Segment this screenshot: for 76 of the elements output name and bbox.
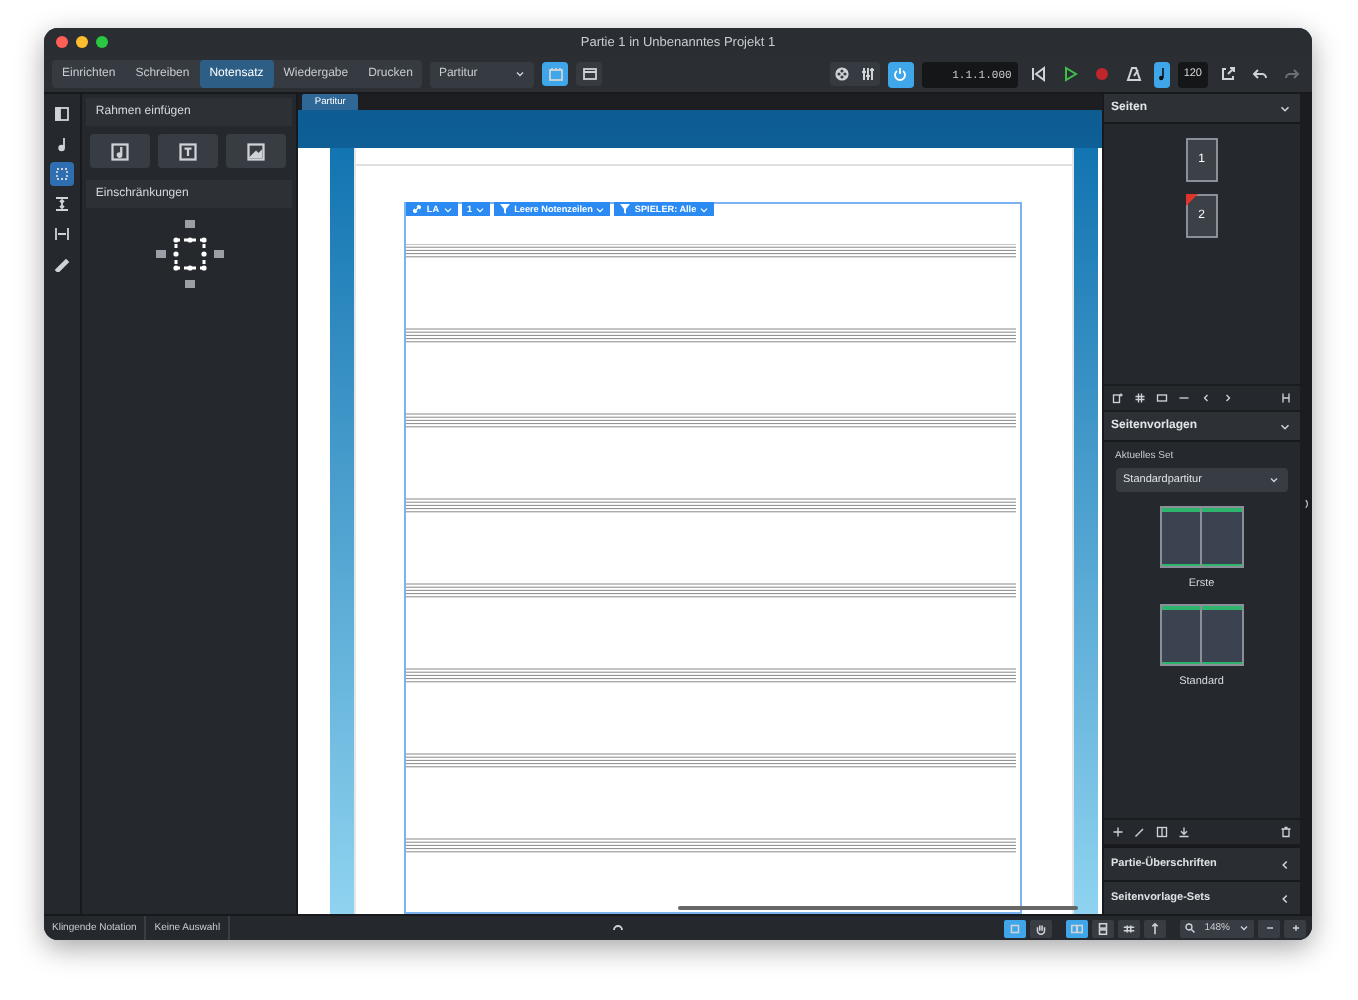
grid-icon — [1122, 921, 1137, 935]
chevron-left-icon — [1278, 857, 1293, 871]
graphics-frame-button[interactable] — [225, 134, 286, 168]
film-reel-icon[interactable] — [829, 62, 854, 86]
horizontal-spacing-icon — [53, 226, 70, 242]
pencil-icon — [53, 256, 70, 272]
zoom-in-button[interactable] — [1284, 919, 1306, 937]
frame-grid-icon — [53, 166, 70, 182]
chevron-down-icon — [1278, 419, 1293, 433]
chevron-down-icon — [700, 205, 709, 213]
plus-icon — [1289, 922, 1301, 934]
minimize-button[interactable] — [76, 36, 88, 48]
page-stack-icon — [1096, 921, 1111, 935]
add-page-icon — [1111, 392, 1123, 404]
chevron-left-icon — [1278, 891, 1293, 905]
text-frame-icon — [177, 141, 198, 161]
view-button[interactable] — [542, 62, 569, 86]
chevron-left-icon — [1199, 392, 1211, 404]
power-icon — [892, 66, 909, 82]
window-icon — [581, 66, 598, 82]
template-thumbnail[interactable] — [1159, 506, 1244, 568]
trash-icon — [1280, 826, 1293, 838]
note-icon — [53, 136, 70, 152]
chevron-down-icon — [1278, 101, 1293, 115]
hash-icon — [1133, 392, 1145, 404]
toolbox-button[interactable] — [49, 102, 74, 126]
note-toggle[interactable] — [1153, 61, 1170, 87]
link-icon — [412, 204, 423, 214]
chevron-down-icon — [1268, 474, 1281, 486]
view-mode-button[interactable] — [1118, 919, 1141, 937]
music-frame-icon — [109, 141, 130, 161]
tool-button[interactable] — [1004, 919, 1027, 937]
zoom-button[interactable] — [96, 36, 108, 48]
toolbox-button[interactable] — [49, 222, 74, 246]
minus-icon — [1263, 922, 1275, 934]
template-icon — [1155, 826, 1167, 838]
filter-icon — [620, 204, 631, 214]
note-icon — [1155, 66, 1168, 82]
metronome-icon[interactable] — [1121, 62, 1146, 86]
page-layout-icon — [1155, 392, 1167, 404]
text-frame-button[interactable] — [157, 134, 218, 168]
music-frame-button[interactable] — [89, 134, 150, 168]
view-mode-button[interactable] — [1066, 919, 1089, 937]
zoom-out-button[interactable] — [1258, 919, 1280, 937]
page-view-icon — [547, 66, 564, 82]
chevron-down-icon — [514, 68, 527, 80]
vertical-spacing-icon — [53, 196, 70, 212]
close-button[interactable] — [56, 36, 68, 48]
panel-handle-icon — [1301, 496, 1312, 512]
view-button[interactable] — [576, 62, 603, 86]
spread-icon — [1070, 921, 1085, 935]
record-icon — [1093, 66, 1110, 82]
minus-icon — [1177, 392, 1189, 404]
toolbox-button[interactable] — [49, 162, 74, 186]
download-icon — [1177, 826, 1189, 838]
chevron-down-icon — [443, 205, 452, 213]
selection-icon — [1008, 921, 1023, 935]
chevron-down-icon — [1238, 922, 1250, 934]
tool-button[interactable] — [1030, 919, 1053, 937]
power-button[interactable] — [887, 61, 914, 87]
chevron-down-icon — [476, 205, 485, 213]
hand-icon — [1034, 921, 1049, 935]
template-thumbnail[interactable] — [1159, 604, 1244, 666]
view-mode-button[interactable] — [1144, 919, 1167, 937]
scrollbar[interactable] — [678, 906, 1079, 910]
chevron-right-icon — [1221, 392, 1233, 404]
chevron-down-icon — [596, 205, 605, 213]
pencil-icon — [1133, 826, 1145, 838]
filter-icon — [500, 204, 511, 214]
external-link-icon[interactable] — [1216, 62, 1240, 86]
lower-zone-toggle-icon — [609, 920, 626, 936]
magnifier-icon — [1184, 922, 1197, 934]
view-mode-button[interactable] — [1092, 919, 1115, 937]
panel-toggle-icon — [53, 106, 70, 122]
image-frame-icon — [245, 141, 266, 161]
plus-icon — [1111, 826, 1123, 838]
